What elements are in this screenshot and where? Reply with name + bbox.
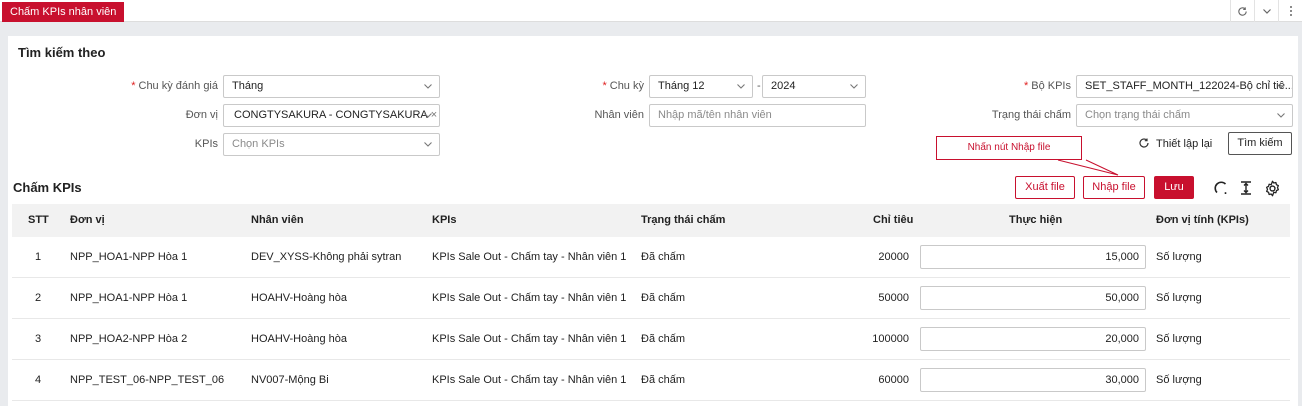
col-actual[interactable]: Thực hiện (1009, 204, 1062, 237)
cell-stt: 1 (35, 251, 42, 263)
cell-employee: HOAHV-Hoàng hòa (251, 333, 347, 345)
period-separator: - (757, 80, 761, 92)
table-row: 3 NPP_HOA2-NPP Hòa 2 HOAHV-Hoàng hòa KPI… (12, 319, 1290, 360)
chevron-down-icon (1276, 105, 1286, 126)
reset-button[interactable]: Thiết lập lại (1138, 133, 1212, 155)
col-kpis[interactable]: KPIs (432, 204, 456, 237)
search-button[interactable]: Tìm kiếm (1228, 132, 1292, 155)
settings-icon[interactable] (1261, 177, 1283, 199)
col-employee[interactable]: Nhân viên (251, 204, 304, 237)
unit-select[interactable]: CONGTYSAKURA - CONGTYSAKURA × (223, 104, 440, 127)
table-row: 2 NPP_HOA1-NPP Hòa 1 HOAHV-Hoàng hòa KPI… (12, 278, 1290, 319)
kpis-select[interactable]: Chọn KPIs (223, 133, 440, 156)
cell-kpi: KPIs Sale Out - Chấm tay - Nhân viên 1 (432, 292, 627, 304)
cycle-label: * Chu kỳ đánh giá (131, 80, 218, 92)
cell-status: Đã chấm (641, 292, 686, 304)
actual-input[interactable]: 30,000 (920, 368, 1146, 392)
cell-target: 60000 (878, 374, 909, 386)
cell-stt: 2 (35, 292, 42, 304)
cell-unit: NPP_HOA1-NPP Hòa 1 (70, 251, 188, 263)
kpiset-label: * Bộ KPIs (1023, 80, 1071, 92)
cell-kpi: KPIs Sale Out - Chấm tay - Nhân viên 1 (432, 251, 627, 263)
kpiset-select[interactable]: SET_STAFF_MONTH_122024-Bộ chỉ tiê... (1076, 75, 1293, 98)
year-select[interactable]: 2024 (762, 75, 866, 98)
chevron-down-icon (423, 76, 433, 97)
tab-kpi-scoring[interactable]: Chấm KPIs nhân viên (2, 2, 125, 22)
cell-stt: 3 (35, 333, 42, 345)
cell-kpi: KPIs Sale Out - Chấm tay - Nhân viên 1 (432, 374, 627, 386)
chevron-down-icon (1276, 76, 1286, 97)
employee-input[interactable]: Nhập mã/tên nhân viên (649, 104, 866, 127)
unit-label: Đơn vị (185, 109, 218, 121)
col-status[interactable]: Trạng thái chấm (641, 204, 725, 237)
col-unit[interactable]: Đơn vị (70, 204, 105, 237)
month-select[interactable]: Tháng 12 (649, 75, 753, 98)
cell-employee: HOAHV-Hoàng hòa (251, 292, 347, 304)
col-stt[interactable]: STT (28, 204, 49, 237)
cell-employee: NV007-Mộng Bi (251, 374, 329, 386)
cell-status: Đã chấm (641, 333, 686, 345)
tab-tools (1230, 0, 1302, 22)
cell-uom: Số lượng (1156, 251, 1202, 263)
actual-input[interactable]: 15,000 (920, 245, 1146, 269)
status-label: Trạng thái chấm (991, 109, 1071, 121)
export-button[interactable]: Xuất file (1015, 176, 1075, 199)
column-height-icon[interactable] (1235, 177, 1257, 199)
table-row: 4 NPP_TEST_06-NPP_TEST_06 NV007-Mộng Bi … (12, 360, 1290, 401)
employee-label: Nhân viên (594, 109, 644, 121)
kpis-label: KPIs (194, 138, 218, 150)
tab-bar: Chấm KPIs nhân viên (0, 0, 1302, 22)
cell-status: Đã chấm (641, 374, 686, 386)
cell-unit: NPP_HOA2-NPP Hòa 2 (70, 333, 188, 345)
period-label: * Chu kỳ (602, 80, 644, 92)
save-button[interactable]: Lưu (1154, 176, 1194, 199)
cycle-select[interactable]: Tháng (223, 75, 440, 98)
cell-kpi: KPIs Sale Out - Chấm tay - Nhân viên 1 (432, 333, 627, 345)
callout-import-hint: Nhấn nút Nhập file (936, 136, 1082, 160)
col-uom[interactable]: Đơn vị tính (KPIs) (1156, 204, 1249, 237)
refresh-icon[interactable] (1230, 0, 1254, 22)
chevron-down-icon (849, 76, 859, 97)
col-target[interactable]: Chỉ tiêu (873, 204, 913, 237)
status-select[interactable]: Chọn trạng thái chấm (1076, 104, 1293, 127)
chevron-down-icon (423, 105, 433, 126)
content-panel: Tìm kiếm theo * Chu kỳ đánh giá Tháng * Ch… (8, 36, 1298, 406)
cell-unit: NPP_HOA1-NPP Hòa 1 (70, 292, 188, 304)
chevron-down-icon (423, 134, 433, 155)
cell-unit: NPP_TEST_06-NPP_TEST_06 (70, 374, 225, 386)
more-icon[interactable] (1278, 0, 1302, 22)
import-button[interactable]: Nhập file (1083, 176, 1145, 199)
cell-stt: 4 (35, 374, 42, 386)
cell-status: Đã chấm (641, 251, 686, 263)
cell-employee: DEV_XYSS-Không phải sytran (251, 251, 402, 263)
search-section-title: Tìm kiếm theo (18, 45, 106, 60)
actual-input[interactable]: 20,000 (920, 327, 1146, 351)
chevron-down-icon (736, 76, 746, 97)
reload-icon[interactable] (1210, 177, 1232, 199)
table-header: STT Đơn vị Nhân viên KPIs Trạng thái chấ… (12, 204, 1290, 237)
cell-uom: Số lượng (1156, 374, 1202, 386)
table-row: 1 NPP_HOA1-NPP Hòa 1 DEV_XYSS-Không phải… (12, 237, 1290, 278)
cell-target: 20000 (878, 251, 909, 263)
chevron-down-icon[interactable] (1254, 0, 1278, 22)
actual-input[interactable]: 50,000 (920, 286, 1146, 310)
reset-icon (1138, 137, 1150, 152)
unit-tag: CONGTYSAKURA - CONGTYSAKURA × (234, 109, 438, 121)
cell-target: 100000 (872, 333, 909, 345)
grid-title: Chấm KPIs (13, 180, 82, 195)
cell-target: 50000 (878, 292, 909, 304)
cell-uom: Số lượng (1156, 292, 1202, 304)
cell-uom: Số lượng (1156, 333, 1202, 345)
